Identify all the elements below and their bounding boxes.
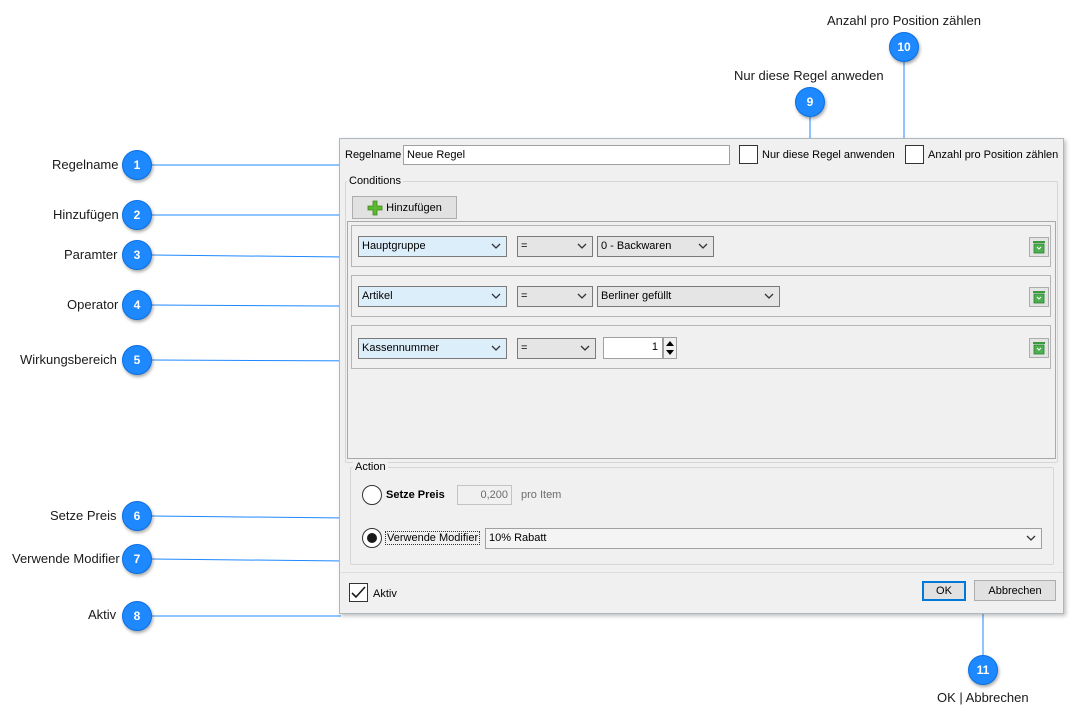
callout-label-regelname: Regelname xyxy=(52,157,119,172)
recycle-bin-icon xyxy=(1033,241,1045,254)
delete-condition-button[interactable] xyxy=(1029,237,1049,257)
callout-label-aktiv: Aktiv xyxy=(88,607,117,622)
callout-badge-8: 8 xyxy=(122,601,152,631)
chevron-down-icon xyxy=(577,293,587,299)
callout-label-hinzufuegen: Hinzufügen xyxy=(53,207,119,222)
count-per-position-checkbox[interactable] xyxy=(905,145,924,164)
delete-condition-button[interactable] xyxy=(1029,338,1049,358)
chevron-down-icon xyxy=(580,345,590,351)
set-price-suffix: pro Item xyxy=(521,489,562,501)
set-price-input[interactable]: 0,200 xyxy=(457,485,512,505)
ok-button[interactable]: OK xyxy=(922,581,966,601)
use-modifier-label: Verwende Modifier xyxy=(385,531,481,545)
condition-row: Artikel = Berliner gefüllt xyxy=(351,275,1051,317)
callout-label-verwende-modifier: Verwende Modifier xyxy=(12,551,120,566)
callout-label-operator: Operator xyxy=(67,297,119,312)
checkmark-icon xyxy=(351,586,366,599)
callout-badge-5: 5 xyxy=(122,345,152,375)
conditions-title: Conditions xyxy=(347,175,403,187)
spin-up-down-icon xyxy=(666,341,674,355)
callout-label-anzahl-pro-position: Anzahl pro Position zählen xyxy=(827,13,981,28)
callout-label-wirkungsbereich: Wirkungsbereich xyxy=(20,352,117,367)
plus-icon xyxy=(367,200,383,215)
callout-badge-6: 6 xyxy=(122,501,152,531)
add-condition-label: Hinzufügen xyxy=(386,201,442,214)
condition-value-select[interactable]: 0 - Backwaren xyxy=(597,236,714,257)
set-price-label: Setze Preis xyxy=(386,489,445,501)
chevron-down-icon xyxy=(491,293,501,299)
callout-label-setze-preis: Setze Preis xyxy=(50,508,117,523)
callout-label-nur-diese-regel: Nur diese Regel anweden xyxy=(734,68,884,83)
chevron-down-icon xyxy=(698,243,708,249)
condition-value-select[interactable]: Berliner gefüllt xyxy=(597,286,780,307)
add-condition-button[interactable]: Hinzufügen xyxy=(352,196,457,219)
callout-label-ok-abbrechen: OK | Abbrechen xyxy=(937,690,1029,705)
chevron-down-icon xyxy=(1026,535,1036,541)
chevron-down-icon xyxy=(491,243,501,249)
delete-condition-button[interactable] xyxy=(1029,287,1049,307)
callout-badge-1: 1 xyxy=(122,150,152,180)
only-this-rule-label: Nur diese Regel anwenden xyxy=(762,149,895,161)
chevron-down-icon xyxy=(491,345,501,351)
modifier-select[interactable]: 10% Rabatt xyxy=(485,528,1042,549)
spin-buttons[interactable] xyxy=(663,337,677,359)
condition-operator-select[interactable]: = xyxy=(517,338,596,359)
callout-badge-11: 11 xyxy=(968,655,998,685)
active-label: Aktiv xyxy=(373,588,397,600)
rule-editor-dialog: Regelname Neue Regel Nur diese Regel anw… xyxy=(339,138,1064,614)
action-group xyxy=(350,467,1054,565)
set-price-radio[interactable] xyxy=(362,485,382,505)
chevron-down-icon xyxy=(764,293,774,299)
chevron-down-icon xyxy=(577,243,587,249)
radio-selected-dot xyxy=(367,533,377,543)
condition-value-spinbox[interactable]: 1 xyxy=(603,337,663,359)
recycle-bin-icon xyxy=(1033,291,1045,304)
condition-operator-select[interactable]: = xyxy=(517,236,593,257)
condition-parameter-select[interactable]: Kassennummer xyxy=(358,338,507,359)
use-modifier-radio[interactable] xyxy=(362,528,382,548)
condition-operator-select[interactable]: = xyxy=(517,286,593,307)
callout-badge-10: 10 xyxy=(889,32,919,62)
condition-parameter-select[interactable]: Artikel xyxy=(358,286,507,307)
callout-badge-9: 9 xyxy=(795,87,825,117)
count-per-position-label: Anzahl pro Position zählen xyxy=(928,149,1059,161)
recycle-bin-icon xyxy=(1033,342,1045,355)
callout-label-paramter: Paramter xyxy=(64,247,118,262)
condition-row: Kassennummer = 1 xyxy=(351,325,1051,369)
action-title: Action xyxy=(353,461,388,473)
callout-badge-7: 7 xyxy=(122,544,152,574)
callout-badge-4: 4 xyxy=(122,290,152,320)
condition-row: Hauptgruppe = 0 - Backwaren xyxy=(351,225,1051,267)
cancel-button[interactable]: Abbrechen xyxy=(974,580,1056,601)
active-checkbox[interactable] xyxy=(349,583,368,602)
rule-name-input[interactable]: Neue Regel xyxy=(403,145,730,165)
condition-parameter-select[interactable]: Hauptgruppe xyxy=(358,236,507,257)
rule-name-label: Regelname xyxy=(345,149,402,161)
callout-badge-3: 3 xyxy=(122,240,152,270)
callout-badge-2: 2 xyxy=(122,200,152,230)
only-this-rule-checkbox[interactable] xyxy=(739,145,758,164)
footer-divider xyxy=(340,572,1063,573)
